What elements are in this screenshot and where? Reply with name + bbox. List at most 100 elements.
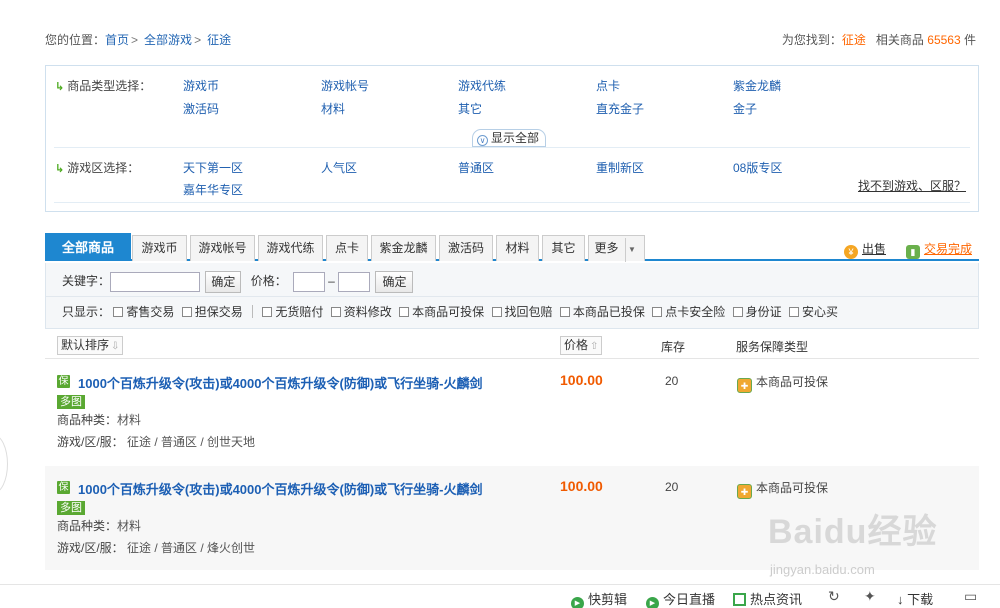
zone-filter-item[interactable]: 08版专区: [733, 159, 782, 176]
filter-option[interactable]: 担保交易: [181, 305, 243, 319]
keyword-confirm-button[interactable]: 确定: [205, 270, 242, 293]
zone-filter-item[interactable]: 嘉年华专区: [183, 181, 243, 198]
checkbox[interactable]: [732, 307, 743, 317]
filter-option[interactable]: 寄售交易: [113, 305, 174, 319]
item-server: 游戏/区/服： 征途 / 普通区 / 烽火创世: [57, 541, 256, 555]
tab-game-coin[interactable]: 游戏币: [132, 235, 187, 261]
show-all-label: 显示全部: [491, 131, 540, 145]
tab-zijin-longlin[interactable]: 紫金龙麟: [371, 235, 436, 261]
category-tabs: 全部商品 游戏币 游戏帐号 游戏代练 点卡 紫金龙麟 激活码 材料 其它 更多 ▼…: [45, 233, 979, 262]
type-filter-item[interactable]: 材料: [321, 100, 345, 117]
keyword-input[interactable]: [110, 271, 201, 292]
list-item: 保 1000个百炼升级令(攻击)或4000个百炼升级令(防御)或飞行坐骑-火麟剑…: [45, 360, 979, 464]
zone-filter-item[interactable]: 人气区: [321, 159, 357, 176]
tab-materials[interactable]: 材料: [496, 235, 539, 261]
filter-option[interactable]: 无货赔付: [262, 305, 323, 319]
price-max-input[interactable]: [338, 271, 371, 292]
stock-header: 库存: [661, 340, 686, 354]
filter-option[interactable]: 本商品可投保: [399, 305, 484, 319]
tab-game-account[interactable]: 游戏帐号: [190, 235, 255, 261]
zone-filter-item[interactable]: 重制新区: [596, 159, 644, 176]
checkbox[interactable]: [399, 307, 410, 317]
item-title-link[interactable]: 1000个百炼升级令(攻击)或4000个百炼升级令(防御)或飞行坐骑-火麟剑: [78, 373, 483, 392]
item-stock: 20: [665, 374, 679, 388]
item-title-link[interactable]: 1000个百炼升级令(攻击)或4000个百炼升级令(防御)或飞行坐骑-火麟剑: [78, 479, 483, 498]
show-all-button[interactable]: ∨ 显示全部: [472, 129, 547, 147]
deal-complete-link[interactable]: ▮ 交易完成: [905, 240, 972, 259]
item-stock: 20: [665, 480, 679, 494]
checkbox[interactable]: [262, 307, 273, 317]
type-filter-item[interactable]: 点卡: [596, 77, 620, 94]
checkbox[interactable]: [181, 307, 192, 317]
type-filter-item[interactable]: 金子: [733, 100, 757, 117]
found-game[interactable]: 征途: [842, 33, 866, 47]
breadcrumb-current-game[interactable]: 征途: [207, 33, 231, 47]
type-filter-item[interactable]: 紫金龙麟: [733, 77, 781, 94]
hot-news-button[interactable]: 热点资讯: [733, 589, 802, 608]
item-price: 100.00: [560, 478, 603, 494]
checkbox[interactable]: [491, 307, 502, 317]
window-icon[interactable]: ▭: [964, 588, 977, 605]
download-button[interactable]: ↓ 下载: [897, 589, 933, 608]
default-sort-button[interactable]: 默认排序 ⇩: [57, 336, 124, 355]
filter-option[interactable]: 本商品已投保: [559, 305, 645, 319]
side-decoration: [0, 434, 8, 494]
checkbox[interactable]: [113, 307, 124, 317]
tab-activation-code[interactable]: 激活码: [439, 235, 493, 261]
not-found-link[interactable]: 找不到游戏、区服？: [858, 177, 966, 194]
checkbox[interactable]: [652, 307, 663, 317]
checkbox[interactable]: [559, 307, 570, 317]
found-count: 65563: [927, 33, 961, 47]
play-icon: ▶: [571, 597, 584, 608]
type-filter-item[interactable]: 激活码: [183, 100, 219, 117]
live-today-button[interactable]: ▶ 今日直播: [646, 589, 715, 608]
breadcrumb-separator: >: [194, 33, 202, 47]
tab-more[interactable]: 更多 ▼: [588, 235, 645, 262]
pin-icon[interactable]: ✦: [864, 588, 876, 605]
search-divider: [46, 296, 978, 297]
checkbox[interactable]: [788, 307, 799, 317]
watermark-logo: Baidu经验: [768, 513, 938, 551]
item-kind: 商品种类：材料: [57, 519, 142, 533]
only-show-row: 只显示： 寄售交易 担保交易 无货赔付 资料修改 本商品可投保 找回包赔 本商品…: [62, 303, 842, 321]
type-filter-item[interactable]: 游戏代练: [458, 77, 506, 94]
filter-option[interactable]: 安心买: [788, 305, 838, 319]
breadcrumb-prefix: 您的位置：: [45, 33, 106, 47]
shield-icon: ✚: [737, 484, 752, 499]
price-dash: –: [328, 274, 335, 288]
multi-image-tag: 多图: [57, 395, 85, 409]
quick-clip-button[interactable]: ▶ 快剪辑: [571, 589, 627, 608]
breadcrumb-home[interactable]: 首页: [105, 33, 129, 47]
found-label: 为您找到：: [781, 33, 842, 47]
filter-option[interactable]: 找回包赔: [491, 305, 553, 319]
price-confirm-button[interactable]: 确定: [375, 270, 414, 293]
only-show-label: 只显示：: [62, 305, 111, 319]
type-filter-item[interactable]: 游戏帐号: [321, 77, 369, 94]
zone-filter-item[interactable]: 普通区: [458, 159, 494, 176]
filter-option[interactable]: 资料修改: [330, 305, 392, 319]
refresh-icon[interactable]: ↻: [828, 588, 840, 605]
tab-all-goods[interactable]: 全部商品: [45, 233, 131, 261]
type-filter-item[interactable]: 其它: [458, 100, 482, 117]
checkbox[interactable]: [330, 307, 341, 317]
sell-link[interactable]: ¥ 出售: [843, 240, 886, 259]
filter-option[interactable]: 身份证: [732, 305, 782, 319]
result-summary: 为您找到：征途 相关商品 65563 件: [782, 32, 976, 48]
filter-option[interactable]: 点卡安全险: [652, 305, 725, 319]
tab-power-leveling[interactable]: 游戏代练: [258, 235, 323, 261]
item-service: ✚ 本商品可投保: [737, 479, 828, 499]
type-filter-item[interactable]: 游戏币: [183, 77, 219, 94]
breadcrumb: 您的位置：首页 > 全部游戏 > 征途: [45, 32, 231, 48]
type-filter-item[interactable]: 直充金子: [596, 100, 644, 117]
breadcrumb-all-games[interactable]: 全部游戏: [144, 33, 192, 47]
price-min-input[interactable]: [292, 271, 325, 292]
arrow-icon: ↳: [55, 163, 65, 175]
tab-point-card[interactable]: 点卡: [326, 235, 368, 261]
zone-filter-label: ↳ 游戏区选择：: [55, 161, 140, 175]
search-bar: 关键字： 确定 价格： – 确定 只显示： 寄售交易 担保交易 无货赔付 资料修…: [45, 263, 979, 329]
tab-other[interactable]: 其它: [542, 235, 585, 261]
zone-filter-item[interactable]: 天下第一区: [183, 159, 243, 176]
price-sort-button[interactable]: 价格 ⇧: [560, 336, 603, 355]
item-service: ✚ 本商品可投保: [737, 373, 828, 393]
breadcrumb-separator: >: [131, 33, 139, 47]
